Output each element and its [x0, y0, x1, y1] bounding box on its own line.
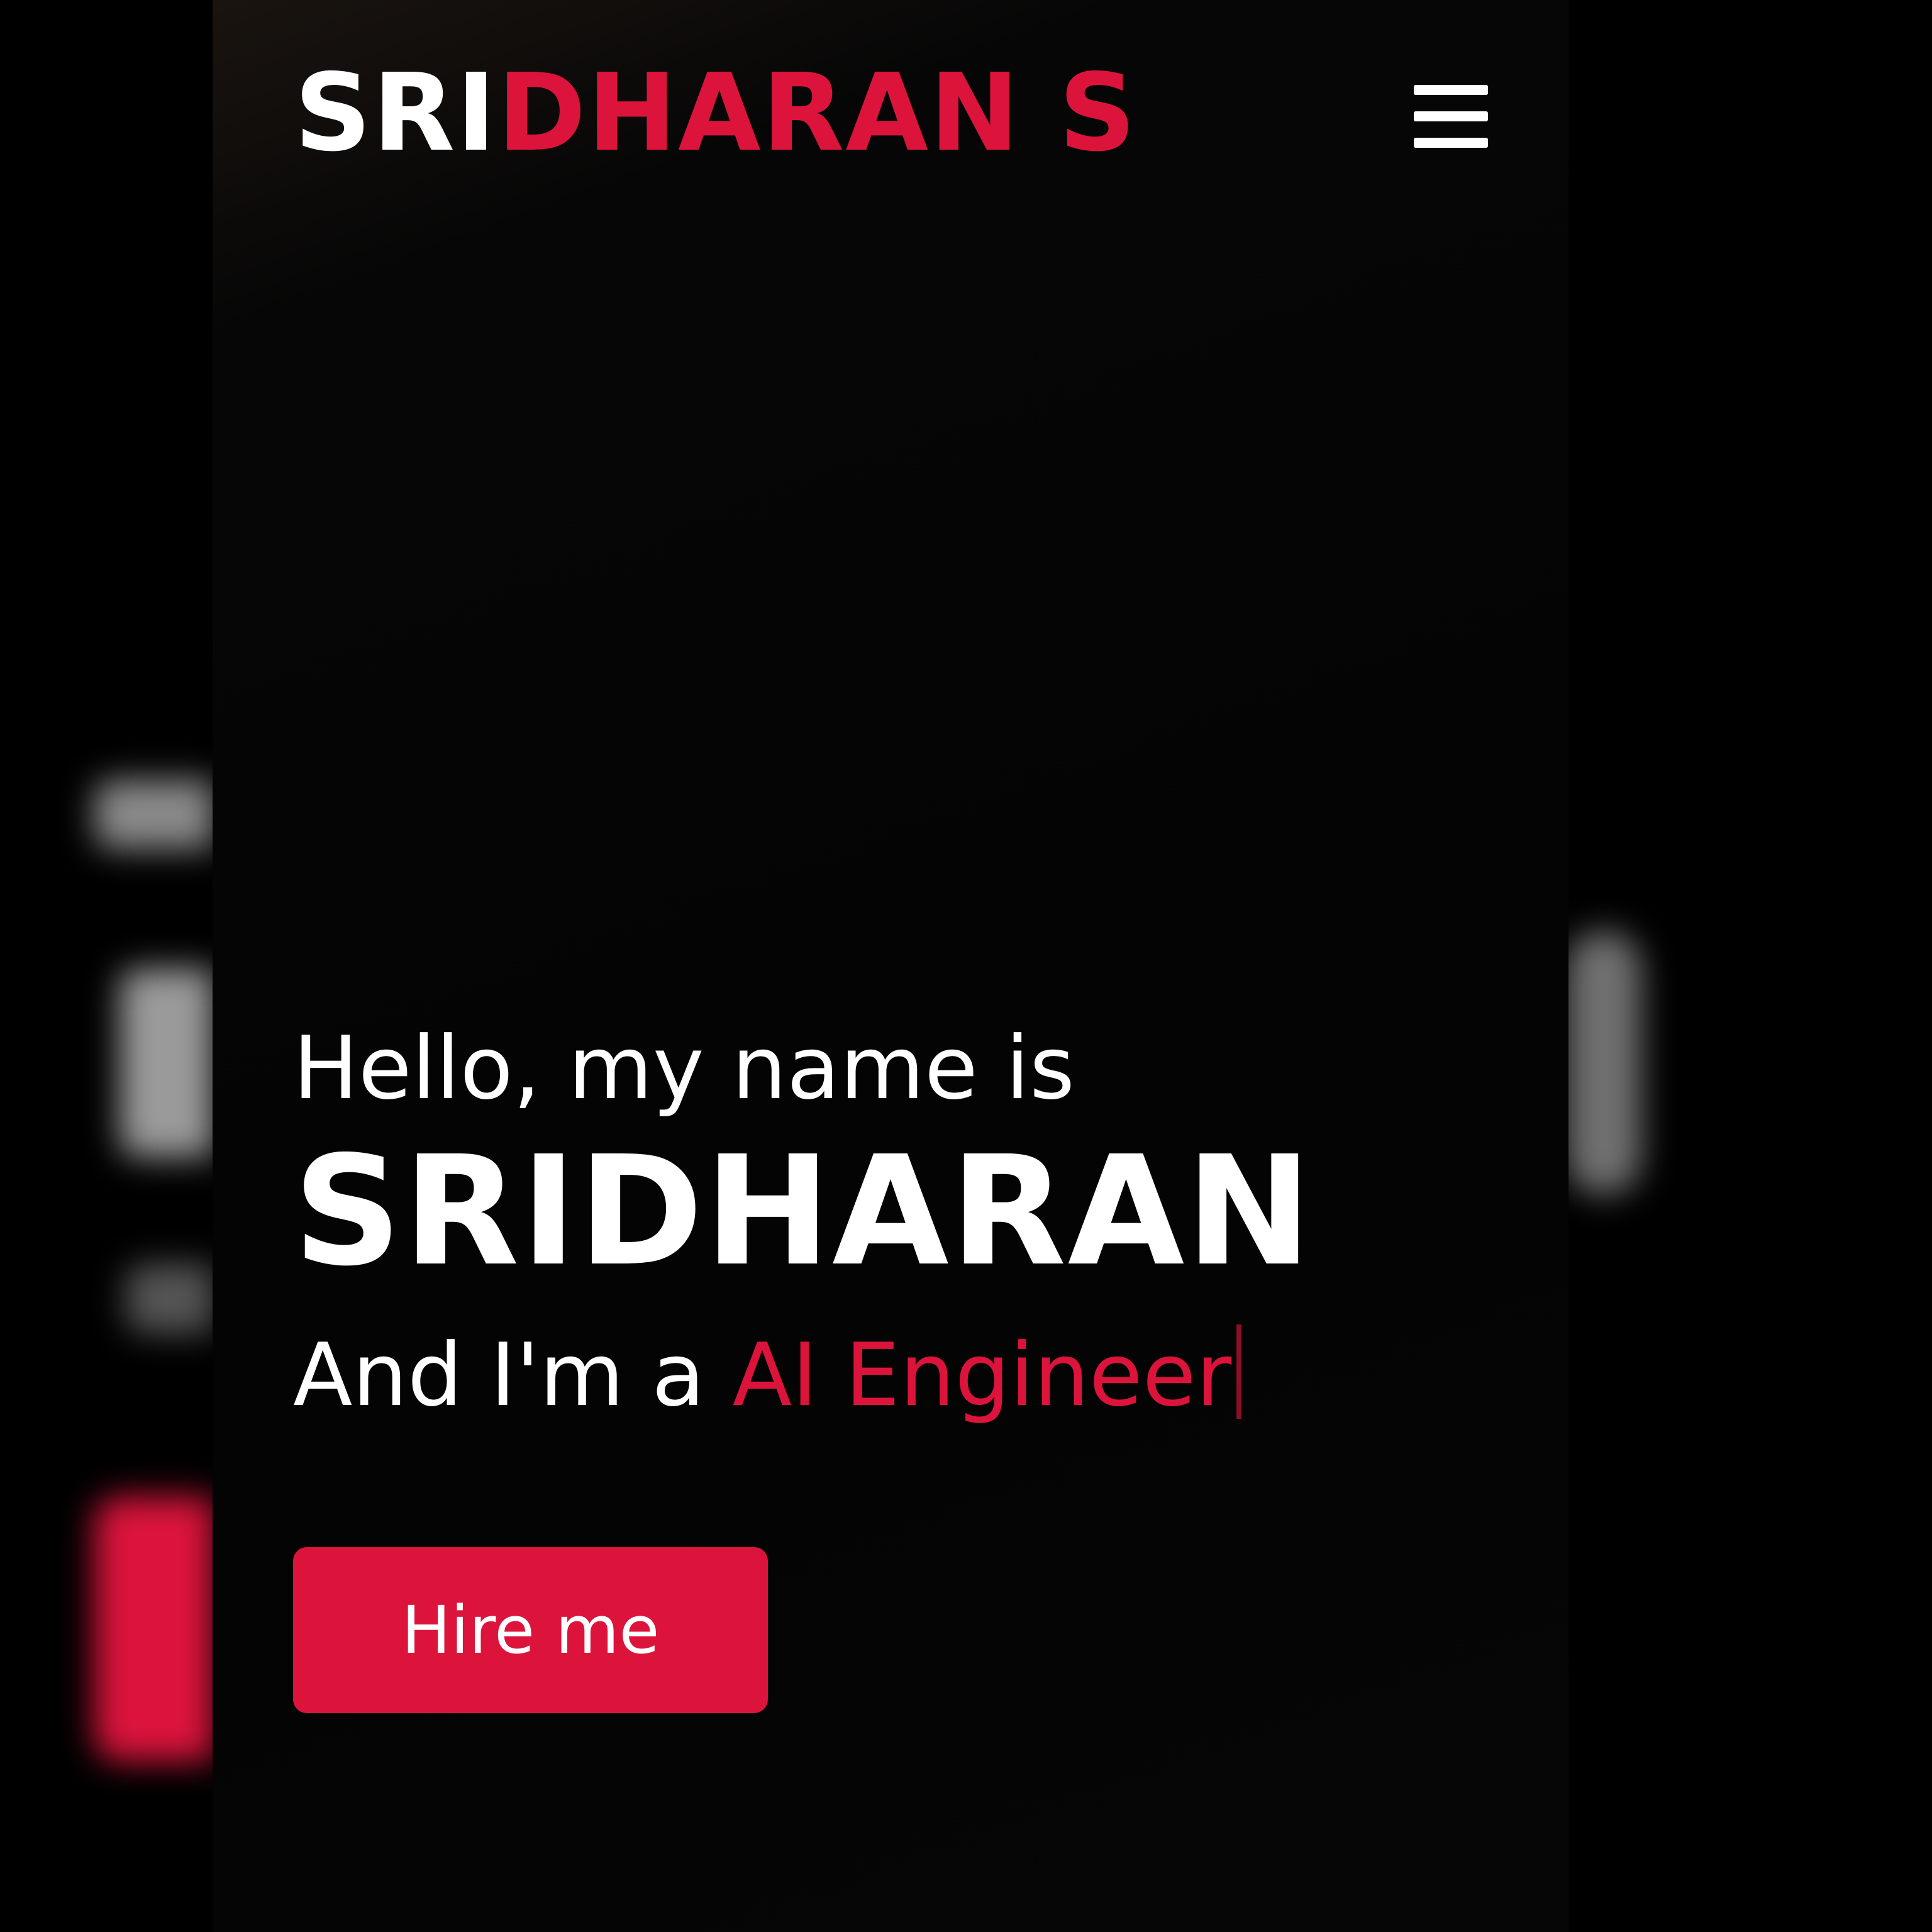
blurred-background-right	[1566, 0, 1932, 1932]
hire-me-button[interactable]: Hire me	[293, 1547, 768, 1713]
blurred-shape	[126, 1264, 214, 1333]
role-text: AI Engineer	[732, 1324, 1232, 1426]
menu-line	[1414, 85, 1488, 95]
blurred-shape	[1566, 931, 1641, 1195]
typing-cursor	[1236, 1324, 1242, 1419]
blurred-shape	[94, 780, 214, 849]
menu-line	[1414, 111, 1488, 121]
screen: SRIDHARAN S Hello, my name is SRIDHARAN …	[0, 0, 1932, 1932]
role-prefix: And I'm a	[293, 1324, 733, 1426]
hero-panel: SRIDHARAN S Hello, my name is SRIDHARAN …	[213, 0, 1568, 1932]
hamburger-menu-icon[interactable]	[1414, 85, 1488, 148]
blurred-shape	[94, 1497, 214, 1761]
logo-text-red: DHARAN S	[497, 51, 1137, 175]
hero-text: Hello, my name is SRIDHARAN And I'm a AI…	[293, 1025, 1313, 1419]
menu-line	[1414, 138, 1488, 148]
logo-text-white: SRI	[294, 51, 497, 175]
hero-name: SRIDHARAN	[293, 1123, 1314, 1299]
blurred-shape	[119, 969, 214, 1157]
greeting-text: Hello, my name is	[293, 1018, 1075, 1119]
role-line: And I'm a AI Engineer	[293, 1324, 1313, 1419]
site-logo[interactable]: SRIDHARAN S	[294, 60, 1137, 167]
blurred-background-left	[0, 0, 214, 1932]
